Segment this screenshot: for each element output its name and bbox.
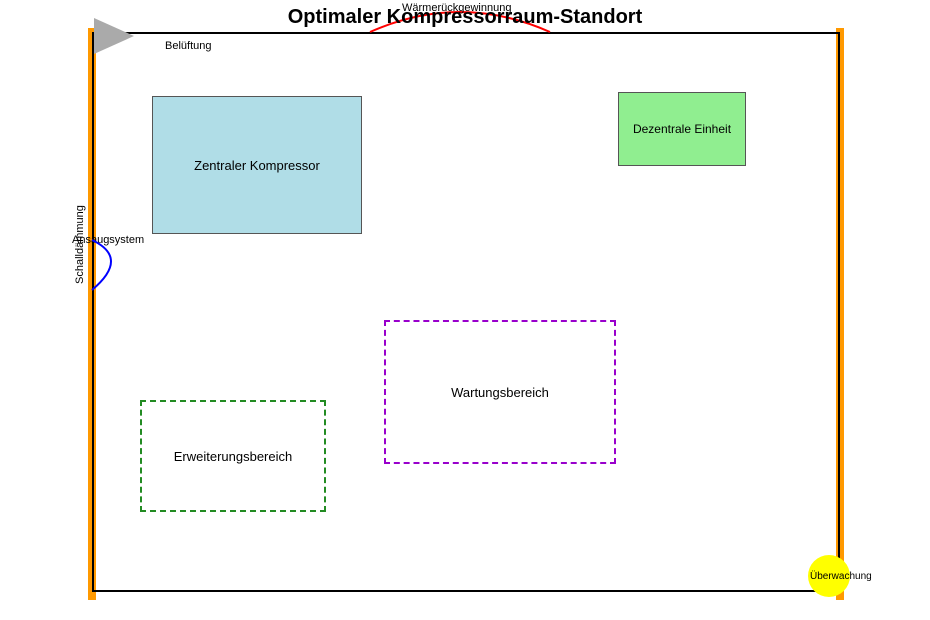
extension-area-box: Erweiterungsbereich <box>140 400 326 512</box>
ventilation-label: Belüftung <box>165 40 211 52</box>
extension-area-label: Erweiterungsbereich <box>174 449 293 464</box>
decentralized-unit-box: Dezentrale Einheit <box>618 92 746 166</box>
maintenance-area-box: Wartungsbereich <box>384 320 616 464</box>
monitoring-label: Überwachung <box>810 571 872 582</box>
maintenance-area-label: Wartungsbereich <box>451 385 549 400</box>
intake-system-label: Ansaugsystem <box>72 234 144 246</box>
central-compressor-label: Zentraler Kompressor <box>194 158 320 173</box>
diagram-title: Optimaler Kompressorraum-Standort <box>288 6 643 29</box>
decentralized-unit-label: Dezentrale Einheit <box>633 122 731 136</box>
central-compressor-box: Zentraler Kompressor <box>152 96 362 234</box>
ventilation-arrow-icon <box>94 18 134 54</box>
